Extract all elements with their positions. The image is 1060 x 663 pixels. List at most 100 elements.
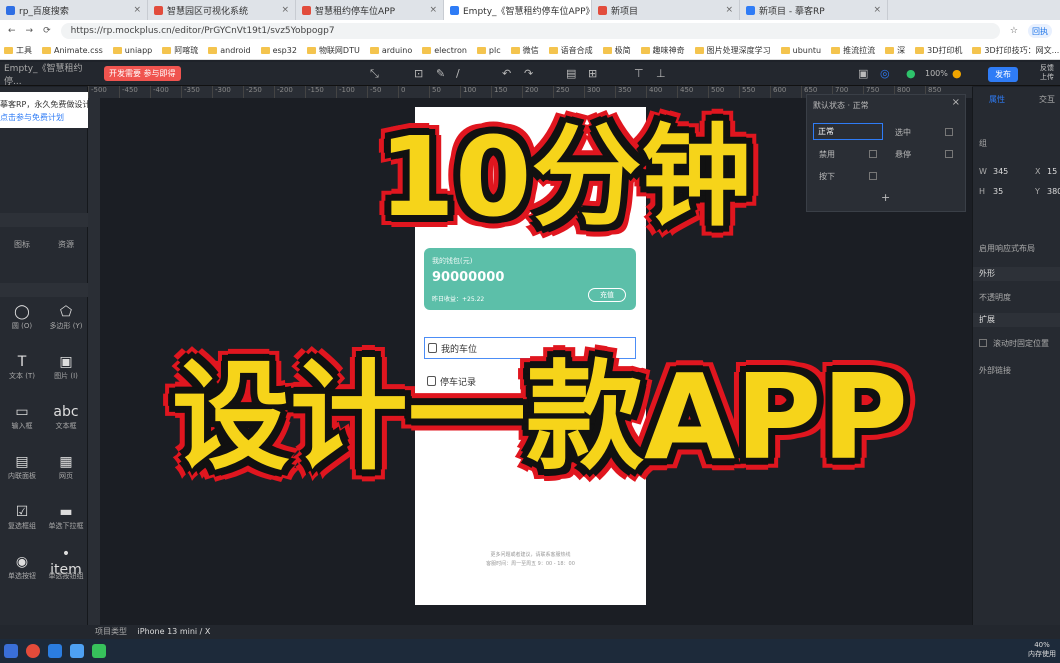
bookmark-item[interactable]: 微信 xyxy=(510,45,539,56)
reload-icon[interactable]: ⟳ xyxy=(43,26,51,36)
folder-icon xyxy=(602,47,612,54)
bookmark-item[interactable]: 推流拉流 xyxy=(831,45,875,56)
forward-icon[interactable]: → xyxy=(26,26,34,36)
bookmark-item[interactable]: 语音合成 xyxy=(548,45,593,56)
bookmark-item[interactable]: 物联网DTU xyxy=(306,45,360,56)
tab-properties[interactable]: 属性 xyxy=(989,94,1005,105)
ruler-tick: 50 xyxy=(429,86,460,98)
share-button[interactable]: 反馈上传 xyxy=(1040,64,1060,82)
pencil-tool-icon[interactable]: / xyxy=(456,67,460,80)
folder-icon xyxy=(915,47,925,54)
bookmark-item[interactable]: plc xyxy=(476,46,501,55)
bookmark-label: uniapp xyxy=(124,46,153,55)
component-item[interactable]: • item 单选按钮组 xyxy=(44,546,88,581)
document-tab[interactable]: Empty_《智慧租约停... xyxy=(0,61,100,87)
run-icon[interactable]: ● xyxy=(906,67,916,80)
folder-icon xyxy=(162,47,172,54)
bookmark-item[interactable]: ubuntu xyxy=(780,46,821,55)
align-icon[interactable]: ▤ xyxy=(566,67,576,80)
distribute-icon[interactable]: ⊞ xyxy=(588,67,597,80)
folder-icon xyxy=(306,47,316,54)
target-icon[interactable]: ◎ xyxy=(880,67,890,80)
bookmark-item[interactable]: Animate.css xyxy=(42,46,103,55)
ruler-tick: -300 xyxy=(212,86,243,98)
bookmark-item[interactable]: esp32 xyxy=(260,46,297,55)
bookmark-item[interactable]: 深 xyxy=(885,45,905,56)
close-tab-icon[interactable]: × xyxy=(281,5,289,15)
component-item[interactable]: ◯ 圆 (O) xyxy=(0,303,44,331)
bookmark-item[interactable]: 工具 xyxy=(4,45,32,56)
preview-icon[interactable]: ▣ xyxy=(858,67,868,80)
bookmark-label: 语音合成 xyxy=(560,46,593,55)
folder-icon xyxy=(4,47,13,54)
browser-tab[interactable]: rp_百度搜索 × xyxy=(0,0,148,20)
close-tab-icon[interactable]: × xyxy=(429,5,437,15)
browser-tab[interactable]: 智慧园区可视化系统 × xyxy=(148,0,296,20)
recharge-button[interactable]: 充值 xyxy=(588,288,626,302)
close-tab-icon[interactable]: × xyxy=(725,5,733,15)
bookmark-item[interactable]: 极简 xyxy=(602,45,631,56)
bookmark-label: Animate.css xyxy=(54,46,103,55)
url-field[interactable]: https://rp.mockplus.cn/editor/PrGYCnVt19… xyxy=(60,23,1000,39)
align-top-icon[interactable]: ⊤ xyxy=(634,67,644,80)
extend-header[interactable]: 扩展 xyxy=(973,313,1060,327)
bookmark-label: 物联网DTU xyxy=(318,46,360,55)
close-tab-icon[interactable]: × xyxy=(873,5,881,15)
bookmark-label: 工具 xyxy=(16,46,32,55)
opacity-label: 不透明度 xyxy=(979,293,1011,302)
component-icon: ⬠ xyxy=(59,304,73,320)
device-selector[interactable]: iPhone 13 mini / X xyxy=(138,627,211,636)
path-tool-icon[interactable]: ⤡ xyxy=(370,67,379,81)
frame-tool-icon[interactable]: ⊡ xyxy=(414,67,423,80)
promo-badge[interactable]: 开发需要 参与即得 xyxy=(104,66,181,81)
favicon-icon xyxy=(598,5,607,15)
cpu-percent: 40% xyxy=(1034,641,1050,649)
browser-tab[interactable]: 新项目 × xyxy=(592,0,740,20)
component-icon: • item xyxy=(50,546,82,578)
chrome-icon[interactable] xyxy=(26,644,40,658)
publish-button[interactable]: 发布 xyxy=(988,67,1018,82)
bookmark-item[interactable]: 阿喀琉 xyxy=(162,45,198,56)
bookmark-item[interactable]: 图片处理深度学习 xyxy=(694,45,771,56)
bookmark-item[interactable]: electron xyxy=(422,46,467,55)
wechat-icon[interactable] xyxy=(92,644,106,658)
bookmark-item[interactable]: uniapp xyxy=(112,46,153,55)
start-icon[interactable] xyxy=(4,644,18,658)
bookmark-label: android xyxy=(220,46,251,55)
bookmark-item[interactable]: 3D打印机 xyxy=(915,45,962,56)
redo-icon[interactable]: ↷ xyxy=(524,67,533,80)
component-item[interactable]: ◉ 单选按钮 xyxy=(0,553,44,581)
component-item[interactable]: ⬠ 多边形 (Y) xyxy=(44,303,88,331)
close-tab-icon[interactable]: × xyxy=(133,5,141,15)
profile-avatar[interactable]: 回执 xyxy=(1028,24,1052,38)
component-item[interactable]: ▬ 单选下拉框 xyxy=(44,503,88,531)
component-item[interactable]: ☑ 复选框组 xyxy=(0,503,44,531)
back-icon[interactable]: ← xyxy=(8,26,16,36)
bookmark-item[interactable]: arduino xyxy=(369,46,412,55)
ruler-tick: 500 xyxy=(708,86,739,98)
undo-icon[interactable]: ↶ xyxy=(502,67,511,80)
zoom-level[interactable]: 100% xyxy=(925,69,948,78)
ruler-tick: -100 xyxy=(336,86,367,98)
browser-tab[interactable]: 智慧租约停车位APP × xyxy=(296,0,444,20)
fixed-position-checkbox[interactable] xyxy=(979,339,987,347)
folder-icon xyxy=(112,47,122,54)
wallet-card[interactable]: 我的钱包(元) 90000000 昨日收益：+25.22 充值 xyxy=(424,248,636,310)
browser-tab[interactable]: Empty_《智慧租约停车位APP》× xyxy=(444,0,592,20)
bookmark-item[interactable]: android xyxy=(208,46,251,55)
edge-icon[interactable] xyxy=(48,644,62,658)
settings-icon[interactable]: ● xyxy=(952,67,962,80)
bookmark-item[interactable]: 趣味神奇 xyxy=(640,45,685,56)
align-bottom-icon[interactable]: ⊥ xyxy=(656,67,666,80)
wallet-amount: 90000000 xyxy=(432,270,505,285)
tab-interactions[interactable]: 交互 xyxy=(1039,94,1055,105)
favicon-icon xyxy=(6,5,15,15)
close-icon[interactable]: × xyxy=(952,97,960,108)
app-icon[interactable] xyxy=(70,644,84,658)
star-icon[interactable]: ☆ xyxy=(1010,26,1018,36)
appearance-header[interactable]: 外形 xyxy=(973,267,1060,281)
responsive-toggle[interactable]: 启用响应式布局 xyxy=(979,243,1035,254)
pen-tool-icon[interactable]: ✎ xyxy=(436,67,445,80)
bookmark-item[interactable]: 3D打印技巧：网文... xyxy=(972,45,1059,56)
browser-tab[interactable]: 新项目 - 摹客RP × xyxy=(740,0,888,20)
